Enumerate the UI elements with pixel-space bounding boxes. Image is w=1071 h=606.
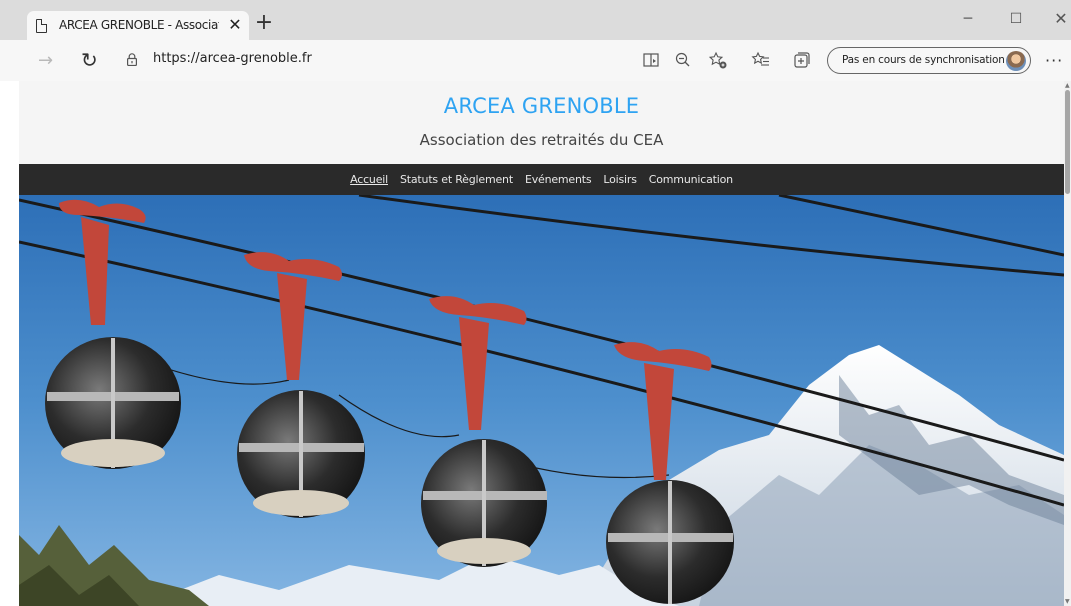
page-icon bbox=[36, 19, 47, 33]
nav-item-communication[interactable]: Communication bbox=[649, 164, 733, 195]
cable-car-photo bbox=[19, 195, 1064, 606]
site-title[interactable]: ARCEA GRENOBLE bbox=[19, 94, 1064, 118]
tab-close-button[interactable]: ✕ bbox=[226, 15, 244, 35]
favorites-icon[interactable] bbox=[751, 50, 771, 70]
browser-tab[interactable]: ARCEA GRENOBLE - Association ✕ bbox=[27, 11, 249, 41]
nav-item-ev-nements[interactable]: Evénements bbox=[525, 164, 592, 195]
collections-icon[interactable] bbox=[792, 50, 812, 70]
tab-title: ARCEA GRENOBLE - Association bbox=[59, 18, 219, 32]
new-tab-button[interactable]: + bbox=[253, 12, 275, 36]
nav-item-accueil[interactable]: Accueil bbox=[350, 164, 388, 195]
forward-button[interactable]: → bbox=[38, 50, 53, 71]
nav-item-statuts-et-r-glement[interactable]: Statuts et Règlement bbox=[400, 164, 513, 195]
hero-image bbox=[19, 195, 1064, 606]
scrollbar-thumb[interactable] bbox=[1065, 90, 1070, 194]
profile-sync-button[interactable]: Pas en cours de synchronisation bbox=[827, 47, 1031, 74]
minimize-button[interactable]: ─ bbox=[959, 10, 977, 28]
scroll-down-icon[interactable]: ▼ bbox=[1065, 598, 1070, 605]
sync-status-label: Pas en cours de synchronisation bbox=[842, 54, 1005, 66]
zoom-icon[interactable] bbox=[673, 50, 693, 70]
scroll-up-icon[interactable]: ▲ bbox=[1065, 82, 1070, 89]
avatar bbox=[1006, 51, 1026, 71]
web-page: ARCEA GRENOBLE Association des retraités… bbox=[0, 81, 1071, 606]
reload-button[interactable]: ↻ bbox=[81, 48, 98, 72]
vertical-scrollbar[interactable]: ▲ ▼ bbox=[1064, 81, 1071, 606]
main-navigation: Accueil Statuts et Règlement Evénements Loi… bbox=[19, 164, 1064, 195]
site-tagline: Association des retraités du CEA bbox=[419, 131, 664, 149]
immersive-reader-icon[interactable] bbox=[641, 50, 661, 70]
maximize-button[interactable]: ☐ bbox=[1007, 10, 1025, 28]
add-favorite-icon[interactable] bbox=[708, 50, 728, 70]
toolbar: → ↻ https://arcea-grenoble.fr Pas en cou… bbox=[0, 40, 1071, 81]
close-window-button[interactable]: ✕ bbox=[1052, 10, 1070, 28]
more-options-button[interactable]: ··· bbox=[1045, 51, 1063, 70]
tab-strip: ARCEA GRENOBLE - Association ✕ + ─ ☐ ✕ bbox=[0, 0, 1071, 41]
lock-icon[interactable] bbox=[127, 53, 137, 66]
site-header: ARCEA GRENOBLE Association des retraités… bbox=[19, 81, 1064, 164]
nav-item-loisirs[interactable]: Loisirs bbox=[603, 164, 637, 195]
url-text[interactable]: https://arcea-grenoble.fr bbox=[153, 51, 312, 66]
